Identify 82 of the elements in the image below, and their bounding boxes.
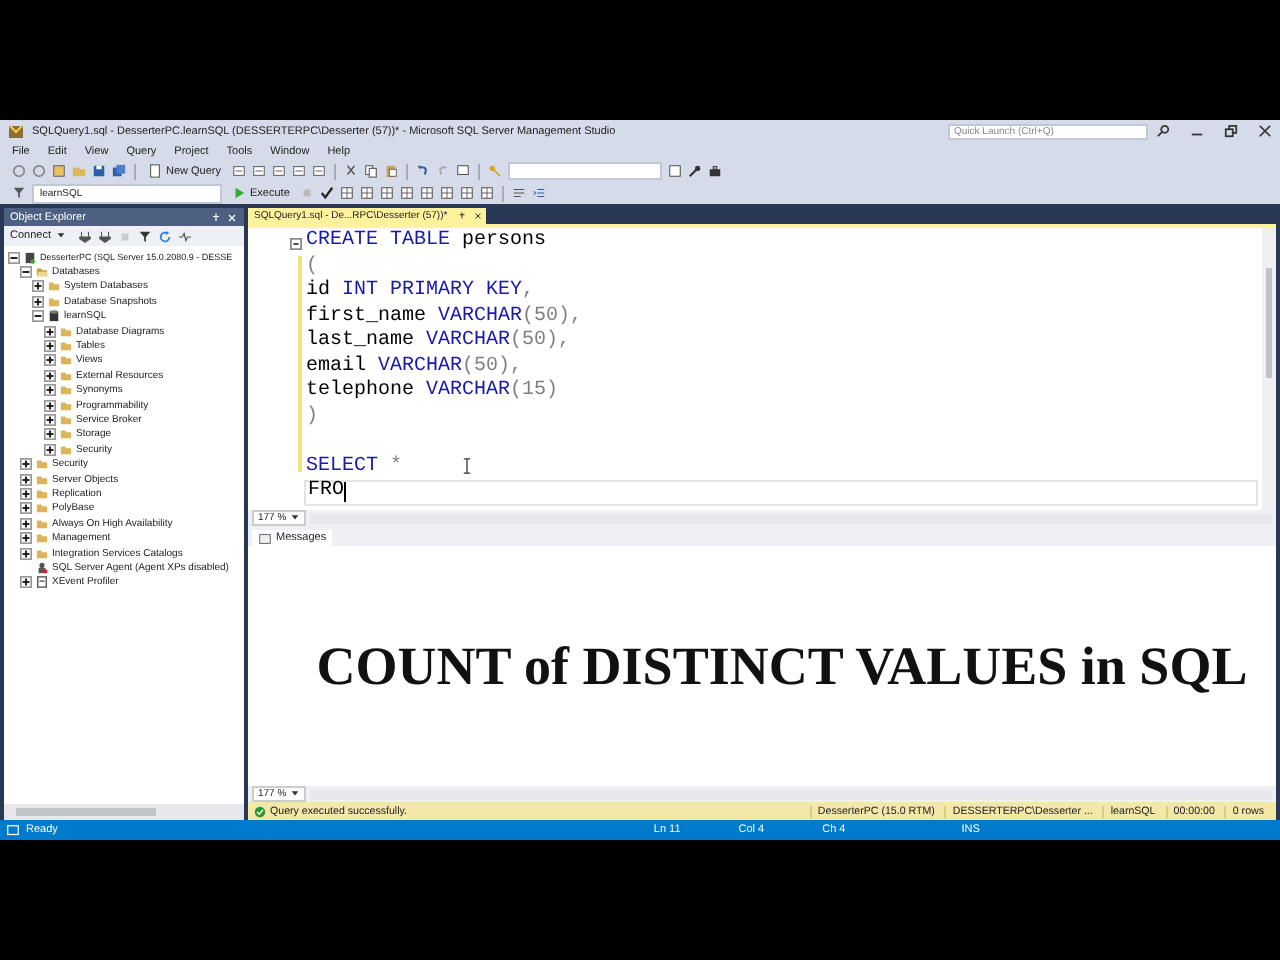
save-all-icon[interactable] bbox=[112, 164, 126, 178]
expand-icon[interactable] bbox=[20, 487, 32, 500]
search-icon[interactable] bbox=[1156, 124, 1170, 138]
expand-icon[interactable] bbox=[44, 325, 56, 338]
grid-icon[interactable] bbox=[399, 186, 414, 200]
expand-icon[interactable] bbox=[20, 547, 32, 559]
toolbox-icon[interactable] bbox=[707, 164, 722, 178]
app-icon bbox=[8, 123, 24, 139]
expand-icon[interactable] bbox=[44, 428, 56, 441]
expand-icon[interactable] bbox=[20, 576, 32, 589]
paste-icon[interactable] bbox=[383, 164, 398, 178]
vertical-scrollbar[interactable] bbox=[1262, 228, 1276, 510]
query-icon[interactable] bbox=[251, 164, 266, 178]
save-icon[interactable] bbox=[92, 164, 106, 178]
output-icon bbox=[6, 823, 20, 837]
collapse-icon[interactable] bbox=[290, 238, 302, 250]
code-line: ( bbox=[306, 255, 319, 279]
copy-icon[interactable] bbox=[363, 164, 378, 178]
undo-icon[interactable] bbox=[415, 164, 430, 178]
success-icon bbox=[254, 805, 266, 817]
collapse-icon[interactable] bbox=[32, 310, 44, 323]
expand-icon[interactable] bbox=[44, 443, 56, 456]
expand-icon[interactable] bbox=[20, 502, 32, 515]
refresh-icon[interactable] bbox=[157, 229, 171, 243]
grid-icon[interactable] bbox=[339, 186, 354, 200]
code-line: last_name VARCHAR(50), bbox=[306, 330, 571, 355]
agent-icon bbox=[36, 561, 48, 574]
expand-icon[interactable] bbox=[44, 340, 56, 353]
code-line: ) bbox=[306, 405, 319, 430]
grid-icon[interactable] bbox=[359, 186, 374, 200]
collapse-icon[interactable] bbox=[8, 251, 20, 264]
screen-icon[interactable] bbox=[455, 164, 470, 178]
cut-icon[interactable] bbox=[343, 164, 358, 178]
grid-icon[interactable] bbox=[419, 186, 434, 200]
grid-icon[interactable] bbox=[479, 186, 494, 200]
query-icon[interactable] bbox=[271, 164, 286, 178]
query-icon[interactable] bbox=[231, 164, 246, 178]
comment-icon[interactable] bbox=[511, 186, 526, 200]
expand-icon[interactable] bbox=[44, 399, 56, 412]
expand-icon[interactable] bbox=[44, 354, 56, 367]
expand-icon[interactable] bbox=[44, 384, 56, 397]
grid-icon[interactable] bbox=[379, 186, 394, 200]
plug-icon[interactable] bbox=[77, 229, 91, 243]
code-line: email VARCHAR(50), bbox=[306, 355, 523, 379]
database-icon bbox=[48, 310, 60, 323]
expand-icon[interactable] bbox=[20, 532, 32, 545]
profiler-icon bbox=[36, 576, 48, 589]
filter-icon[interactable] bbox=[12, 186, 26, 200]
messages-icon bbox=[258, 531, 272, 545]
document-icon bbox=[148, 164, 162, 178]
grid-icon[interactable] bbox=[459, 186, 474, 200]
server-icon bbox=[24, 251, 36, 264]
close-icon[interactable] bbox=[1258, 124, 1272, 138]
horizontal-scrollbar[interactable] bbox=[4, 804, 244, 820]
code-line: id INT PRIMARY KEY, bbox=[306, 280, 535, 305]
expand-icon[interactable] bbox=[20, 517, 32, 530]
indent-icon[interactable] bbox=[531, 186, 546, 200]
code-line: CREATE TABLE persons bbox=[306, 230, 547, 255]
expand-icon[interactable] bbox=[32, 295, 44, 308]
activity-icon[interactable] bbox=[177, 229, 191, 243]
expand-icon[interactable] bbox=[44, 413, 56, 426]
query-icon[interactable] bbox=[311, 164, 326, 178]
expand-icon[interactable] bbox=[20, 473, 32, 486]
expand-icon[interactable] bbox=[44, 369, 56, 382]
check-icon[interactable] bbox=[319, 186, 334, 200]
restore-icon[interactable] bbox=[1224, 124, 1238, 138]
collapse-icon[interactable] bbox=[20, 266, 32, 279]
code-line: FRO bbox=[308, 482, 345, 503]
caption-text: COUNT of DISTINCT VALUES in SQL bbox=[316, 635, 1248, 697]
code-line: first_name VARCHAR(50), bbox=[306, 305, 583, 329]
code-line: telephone VARCHAR(15) bbox=[306, 380, 559, 405]
query-icon[interactable] bbox=[291, 164, 306, 178]
caret-icon bbox=[55, 230, 65, 241]
expand-icon[interactable] bbox=[32, 280, 44, 293]
i-beam-cursor-icon bbox=[462, 458, 472, 474]
text-cursor bbox=[344, 482, 347, 503]
plug-icon[interactable] bbox=[97, 229, 111, 243]
wrench-icon[interactable] bbox=[687, 164, 702, 178]
code-line: SELECT * bbox=[306, 455, 403, 480]
grid-icon[interactable] bbox=[439, 186, 454, 200]
play-icon bbox=[232, 186, 246, 200]
expand-icon[interactable] bbox=[20, 458, 32, 471]
